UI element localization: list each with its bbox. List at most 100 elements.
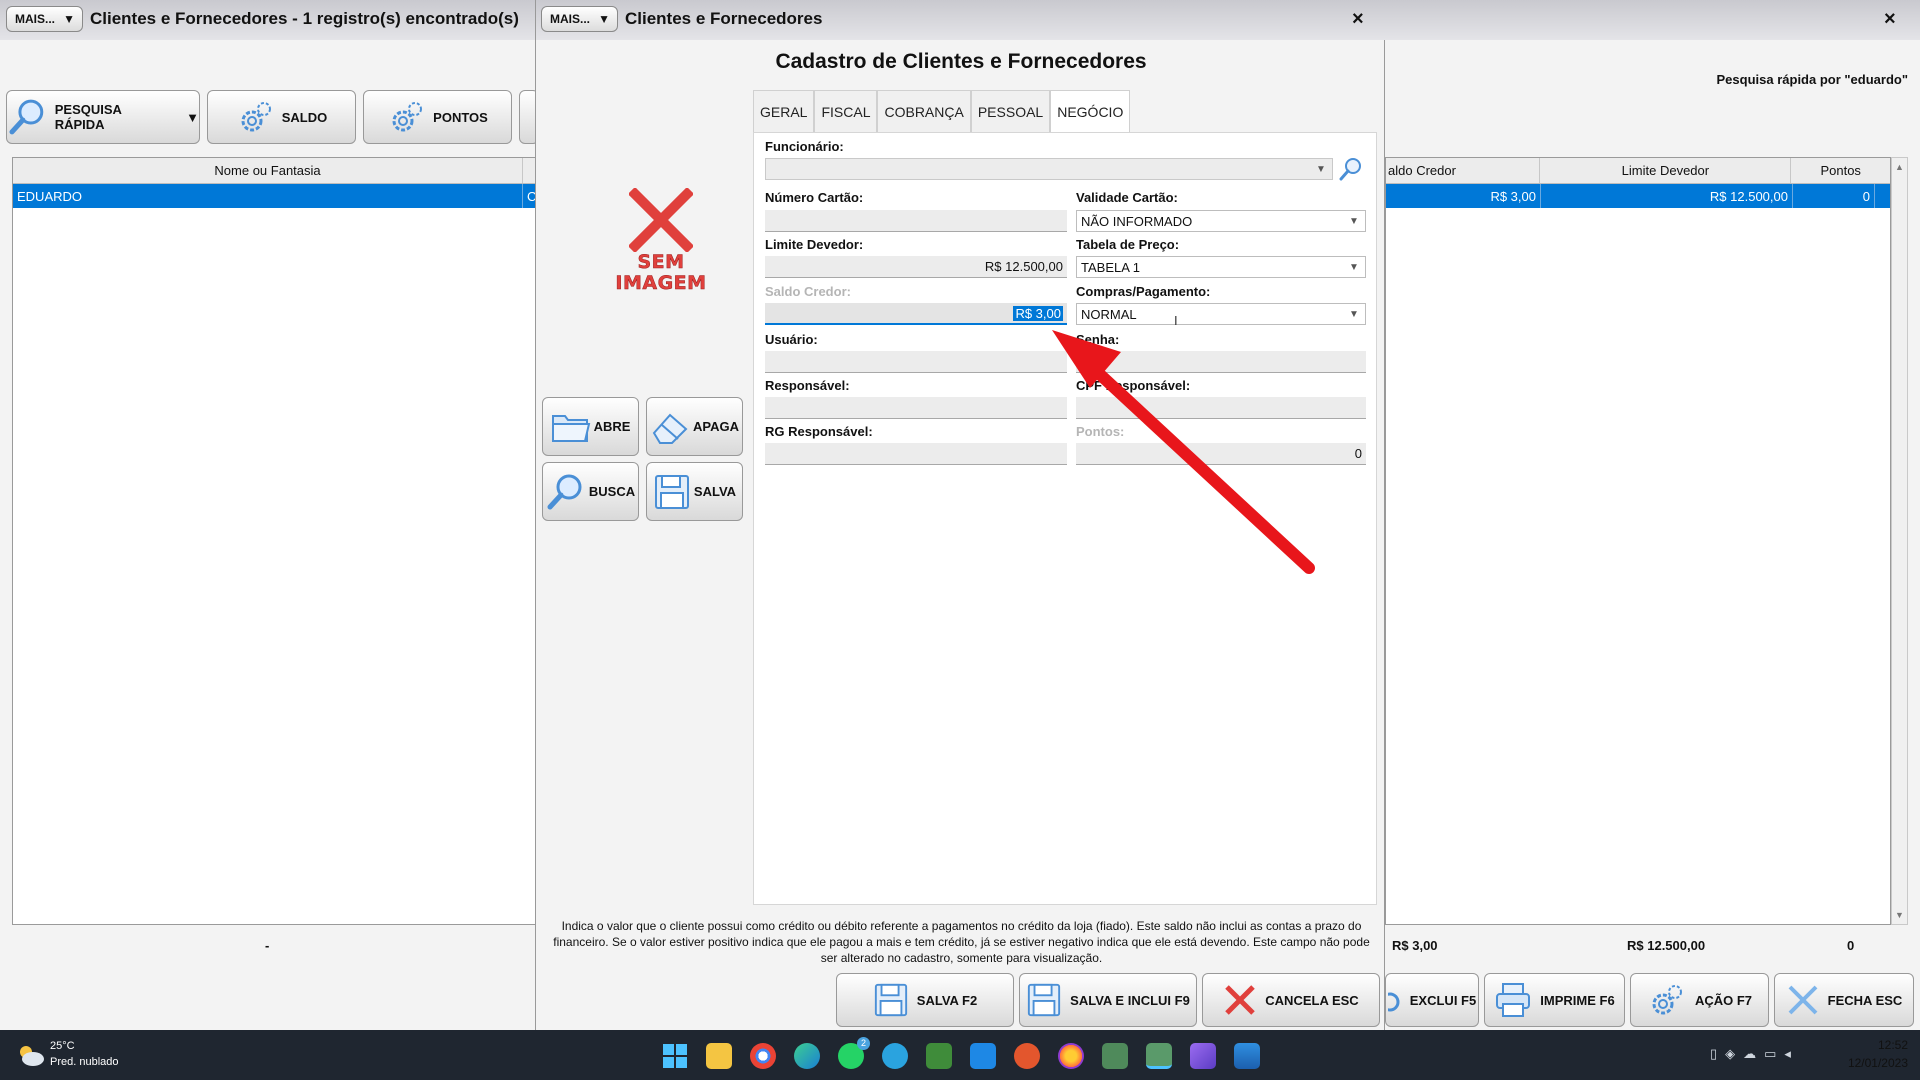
weather-temp[interactable]: 25°C <box>50 1040 75 1052</box>
balance-button[interactable]: SALDO <box>207 90 356 144</box>
column-header-limite[interactable]: Limite Devedor <box>1540 158 1792 183</box>
compras-pagamento-label: Compras/Pagamento: <box>1076 284 1211 299</box>
gear-icon <box>1387 992 1400 1012</box>
chevron-down-icon: ▼ <box>1349 308 1359 320</box>
dialog-mais-button[interactable]: MAIS... ▼ <box>541 6 618 32</box>
chevron-down-icon: ▼ <box>1349 215 1359 227</box>
records-grid-left[interactable]: Nome ou Fantasia EDUARDO C <box>12 157 536 925</box>
floppy-disk-icon <box>654 474 689 509</box>
erase-label: APAGA <box>693 419 739 434</box>
dialog-title: Clientes e Fornecedores <box>625 9 823 28</box>
floppy-disk-icon <box>874 983 907 1017</box>
tab-geral[interactable]: GERAL <box>753 90 815 132</box>
print-label: IMPRIME F6 <box>1540 992 1615 1008</box>
chat-app-icon[interactable] <box>970 1043 996 1069</box>
clock[interactable]: 12:52 12/01/2023 <box>1848 1036 1908 1072</box>
numero-cartao-field[interactable] <box>765 210 1067 232</box>
column-header-pontos[interactable]: Pontos <box>1791 158 1890 183</box>
usuario-field[interactable] <box>765 351 1067 373</box>
records-grid-right[interactable]: aldo Credor Limite Devedor Pontos R$ 3,0… <box>1385 157 1891 925</box>
tray-icons[interactable]: ▯◈☁▭◂ <box>1710 1046 1799 1062</box>
grid-header: Nome ou Fantasia <box>13 158 535 184</box>
table-row[interactable]: R$ 3,00 R$ 12.500,00 0 <box>1386 184 1890 208</box>
edge-icon[interactable] <box>794 1043 820 1069</box>
saldo-credor-field[interactable]: R$ 3,00 <box>765 303 1067 325</box>
gear-icon <box>241 102 271 132</box>
file-explorer-icon[interactable] <box>706 1043 732 1069</box>
field-hint-text: Indica o valor que o cliente possui como… <box>553 919 1370 965</box>
weather-desc[interactable]: Pred. nublado <box>50 1056 119 1068</box>
chevron-down-icon: ▼ <box>63 12 75 26</box>
senha-field[interactable] <box>1076 351 1366 373</box>
save-f2-label: SALVA F2 <box>916 992 978 1008</box>
limite-devedor-field[interactable]: R$ 12.500,00 <box>765 256 1067 278</box>
main-mais-button[interactable]: MAIS... ▼ <box>6 6 83 32</box>
gear-icon <box>392 102 423 132</box>
close-icon <box>1788 985 1818 1015</box>
open-label: ABRE <box>593 419 631 434</box>
whatsapp-icon[interactable]: 2 <box>838 1037 870 1069</box>
start-windows-icon[interactable] <box>662 1043 688 1069</box>
pontos-label: Pontos: <box>1076 424 1125 439</box>
validade-cartao-select[interactable]: NÃO INFORMADO ▼ <box>1076 210 1366 232</box>
firefox-icon[interactable] <box>1058 1043 1084 1069</box>
text-cursor-icon: I <box>1174 313 1178 328</box>
points-label: PONTOS <box>433 109 488 125</box>
column-header-cut <box>523 158 535 183</box>
erp-app-active-icon[interactable] <box>1146 1043 1172 1069</box>
compras-pagamento-select[interactable]: NORMAL ▼ <box>1076 303 1366 325</box>
close-window-button[interactable]: FECHA ESC <box>1774 973 1914 1027</box>
print-button[interactable]: IMPRIME F6 <box>1484 973 1625 1027</box>
chevron-down-icon: ▼ <box>1349 261 1359 273</box>
column-header-name[interactable]: Nome ou Fantasia <box>13 158 524 183</box>
action-button[interactable]: AÇÃO F7 <box>1630 973 1769 1027</box>
scroll-up-icon[interactable]: ▲ <box>1892 162 1907 172</box>
dialog-close-icon[interactable]: × <box>1352 8 1364 31</box>
funcionario-select[interactable]: ▼ <box>765 158 1333 180</box>
tab-fiscal[interactable]: FISCAL <box>814 90 878 132</box>
save-image-button[interactable]: SALVA <box>646 462 743 521</box>
cell-cut: C <box>527 188 537 204</box>
tabela-preco-select[interactable]: TABELA 1 ▼ <box>1076 256 1366 278</box>
video-app-icon[interactable] <box>1190 1043 1216 1069</box>
rg-responsavel-field[interactable] <box>765 443 1067 465</box>
scrollbar[interactable]: ▲ ▼ <box>1891 157 1908 925</box>
delete-label: EXCLUI F5 <box>1409 992 1477 1008</box>
erase-image-button[interactable]: APAGA <box>646 397 743 456</box>
tabela-preco-label: Tabela de Preço: <box>1076 237 1180 252</box>
cell-name: EDUARDO <box>13 184 523 208</box>
chrome-icon[interactable] <box>750 1043 776 1069</box>
erp-app-icon[interactable] <box>1102 1043 1128 1069</box>
points-button[interactable]: PONTOS <box>363 90 512 144</box>
pontos-field[interactable]: 0 <box>1076 443 1366 465</box>
main-window-title: Clientes e Fornecedores - 1 registro(s) … <box>90 9 519 28</box>
open-image-button[interactable]: ABRE <box>542 397 639 456</box>
search-image-button[interactable]: BUSCA <box>542 462 639 521</box>
spreadsheet-icon[interactable] <box>926 1043 952 1069</box>
save-f2-button[interactable]: SALVA F2 <box>836 973 1014 1027</box>
media-app-icon[interactable] <box>1014 1043 1040 1069</box>
red-x-icon <box>629 188 693 252</box>
magnifier-icon[interactable] <box>1339 157 1363 181</box>
saldo-credor-value: R$ 3,00 <box>1013 305 1063 321</box>
save-include-button[interactable]: SALVA E INCLUI F9 <box>1019 973 1197 1027</box>
quick-search-button[interactable]: PESQUISA RÁPIDA ▼ <box>6 90 200 144</box>
scroll-down-icon[interactable]: ▼ <box>1892 910 1907 920</box>
tab-negocio[interactable]: NEGÓCIO <box>1050 90 1131 132</box>
table-row[interactable]: EDUARDO C <box>13 184 537 208</box>
telegram-icon[interactable] <box>882 1043 908 1069</box>
column-header-saldo[interactable]: aldo Credor <box>1386 158 1541 183</box>
tab-cobranca[interactable]: COBRANÇA <box>877 90 971 132</box>
save-label: SALVA <box>693 484 737 499</box>
main-close-icon[interactable]: × <box>1884 8 1896 31</box>
responsavel-field[interactable] <box>765 397 1067 419</box>
remote-desktop-icon[interactable] <box>1234 1043 1260 1069</box>
delete-button[interactable]: EXCLUI F5 <box>1385 973 1479 1027</box>
cancel-button[interactable]: CANCELA ESC <box>1202 973 1380 1027</box>
compras-pagamento-value: NORMAL <box>1081 306 1137 322</box>
limite-devedor-label: Limite Devedor: <box>765 237 864 252</box>
chevron-down-icon: ▼ <box>186 109 199 125</box>
cpf-responsavel-field[interactable] <box>1076 397 1366 419</box>
numero-cartao-label: Número Cartão: <box>765 190 864 205</box>
tab-pessoal[interactable]: PESSOAL <box>970 90 1051 132</box>
